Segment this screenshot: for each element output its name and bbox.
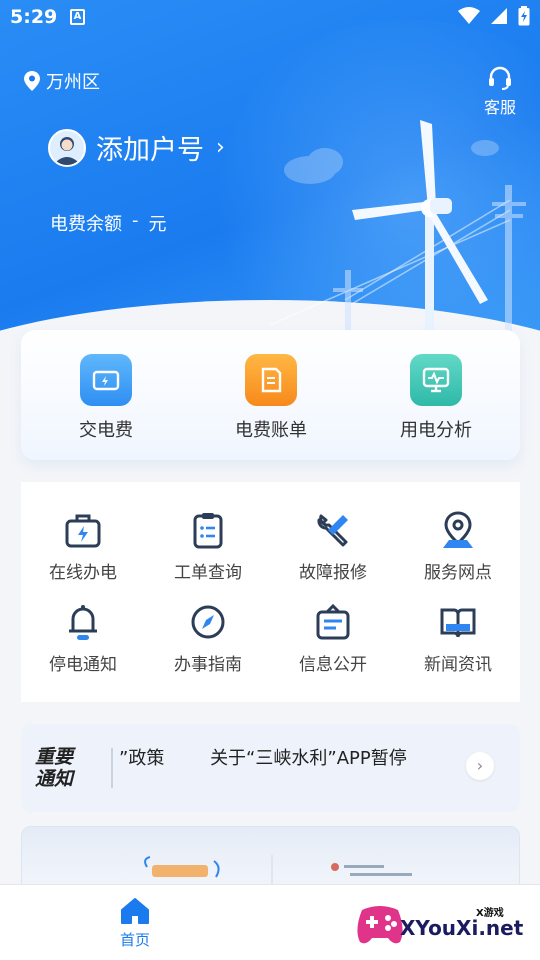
clipboard-icon: [146, 508, 270, 552]
usage-analysis-label: 用电分析: [400, 420, 472, 441]
pay-bill-label: 交电费: [79, 420, 133, 441]
service-outlets-button[interactable]: 服务网点: [396, 508, 520, 583]
tab-home[interactable]: 首页: [105, 897, 165, 950]
status-icons: [458, 6, 530, 26]
battery-icon: [518, 6, 530, 26]
info-disclosure-button[interactable]: 信息公开: [271, 600, 395, 675]
notification-icon: A: [70, 9, 85, 25]
bill-label: 电费账单: [235, 420, 307, 441]
customer-service-button[interactable]: 客服: [480, 66, 520, 118]
status-bar: 5:29 A: [0, 0, 540, 36]
location-label: 万州区: [46, 72, 100, 93]
work-order-button[interactable]: 工单查询: [146, 508, 270, 583]
news-label: 新闻资讯: [424, 655, 492, 675]
home-icon: [121, 898, 149, 924]
chevron-right-icon: ›: [476, 756, 484, 775]
location-selector[interactable]: 万州区: [24, 68, 100, 94]
tab-home-label: 首页: [119, 931, 150, 949]
balance-unit: 元: [148, 214, 167, 235]
signal-icon: [491, 8, 507, 24]
online-service-button[interactable]: 在线办电: [21, 508, 145, 583]
tools-icon: [271, 508, 395, 552]
notice-tag-line2: 通知: [35, 768, 74, 790]
book-icon: [396, 600, 520, 644]
balance-label: 电费余额: [50, 214, 122, 235]
usage-analysis-button[interactable]: 用电分析: [366, 354, 506, 442]
services-grid: 在线办电 工单查询 故障报修 服务网点 停电通知 办事指南 信息公开 新闻资讯: [21, 482, 520, 702]
service-label: 客服: [483, 98, 516, 117]
toolbox-icon: [21, 508, 145, 552]
status-time: 5:29: [10, 6, 58, 28]
work-order-label: 工单查询: [174, 563, 242, 583]
guide-label: 办事指南: [174, 655, 242, 675]
pay-bill-button[interactable]: 交电费: [36, 354, 176, 442]
compass-icon: [146, 600, 270, 644]
site-watermark: X游戏 XYouXi.net: [352, 896, 532, 954]
watermark-text: XYouXi.net: [400, 916, 524, 940]
notice-item: 关于“三峡水利”APP暂停: [210, 748, 407, 769]
balance-value: -: [132, 210, 139, 231]
monitor-icon: [410, 354, 462, 406]
location-pin-icon: [24, 71, 40, 91]
add-account-button[interactable]: 添加户号 ›: [48, 128, 225, 167]
balance-row: 电费余额 - 元: [50, 210, 167, 236]
online-service-label: 在线办电: [49, 563, 117, 583]
outage-notice-label: 停电通知: [49, 655, 117, 675]
header-hero: [0, 0, 540, 370]
notice-bar[interactable]: 重要 通知 ”政策 关于“三峡水利”APP暂停 ›: [21, 724, 520, 812]
wallet-icon: [80, 354, 132, 406]
notice-more-button[interactable]: ›: [466, 752, 494, 780]
notice-tag-line1: 重要: [35, 746, 74, 768]
info-board-icon: [271, 600, 395, 644]
guide-button[interactable]: 办事指南: [146, 600, 270, 675]
info-disclosure-label: 信息公开: [299, 655, 367, 675]
main-actions-card: 交电费 电费账单 用电分析: [21, 330, 520, 460]
user-avatar-icon: [53, 136, 81, 165]
repair-label: 故障报修: [299, 563, 367, 583]
notice-divider: [111, 748, 113, 788]
location-pin-icon: [396, 508, 520, 552]
notice-marquee[interactable]: ”政策 关于“三峡水利”APP暂停: [119, 744, 459, 770]
bill-icon: [245, 354, 297, 406]
account-label: 添加户号: [96, 135, 204, 166]
repair-button[interactable]: 故障报修: [271, 508, 395, 583]
news-button[interactable]: 新闻资讯: [396, 600, 520, 675]
bell-icon: [21, 600, 145, 644]
avatar: [48, 128, 86, 167]
bill-button[interactable]: 电费账单: [201, 354, 341, 442]
headset-icon: [489, 66, 511, 90]
notice-item: ”政策: [119, 748, 165, 769]
outage-notice-button[interactable]: 停电通知: [21, 600, 145, 675]
wifi-icon: [458, 7, 480, 24]
wind-turbine-illustration: [270, 120, 526, 340]
chevron-right-icon: ›: [216, 135, 225, 160]
service-outlets-label: 服务网点: [424, 563, 492, 583]
notice-tag: 重要 通知: [35, 746, 73, 790]
